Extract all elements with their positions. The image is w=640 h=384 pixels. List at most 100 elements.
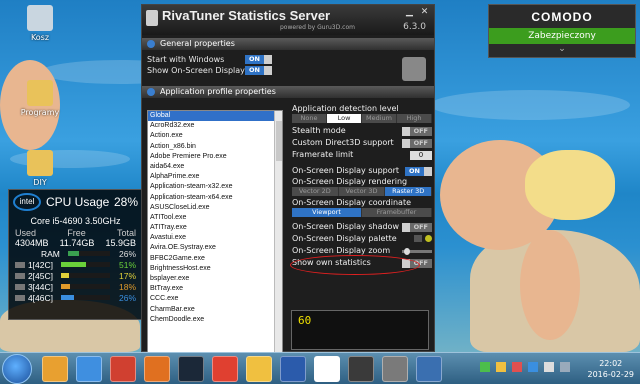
osd-support-label: On-Screen Display support [292, 166, 400, 175]
segment-option[interactable]: Viewport [292, 208, 362, 217]
core-label: 1[42C] [15, 260, 53, 270]
application-list-item[interactable]: BtTray.exe [148, 284, 282, 294]
tray-temp-icon[interactable] [496, 362, 506, 372]
framerate-limit-input[interactable]: 0 [410, 150, 432, 160]
core-row: 4[46C] 26% [9, 292, 142, 303]
rendering-mode-selector[interactable]: Vector 2D Vector 3D Raster 3D [292, 187, 433, 196]
core-label: 3[44C] [15, 282, 53, 292]
general-properties-header: General properties [142, 38, 434, 50]
segment-option[interactable]: High [397, 114, 432, 123]
application-list-item[interactable]: BrightnessHost.exe [148, 264, 282, 274]
osd-shadow-toggle[interactable]: OFF [401, 222, 432, 232]
start-with-windows-row: Start with Windows ON [142, 54, 434, 65]
core-bar [61, 262, 110, 267]
close-icon[interactable]: ✕ [418, 7, 431, 18]
recycle-bin-icon [27, 5, 53, 31]
comodo-status[interactable]: Zabezpieczony [489, 28, 635, 44]
osd-zoom-slider[interactable] [402, 247, 432, 255]
cpu-widget-title: CPU Usage [46, 195, 110, 209]
tray-volume-icon[interactable] [544, 362, 554, 372]
application-list-item[interactable]: BFBC2Game.exe [148, 254, 282, 264]
window-title: RivaTuner Statistics Server [162, 8, 331, 23]
programs-shortcut[interactable]: Programy [15, 80, 65, 117]
browser-icon[interactable] [144, 356, 170, 382]
word-icon[interactable] [280, 356, 306, 382]
application-list-item[interactable]: Adobe Premiere Pro.exe [148, 152, 282, 162]
segment-option[interactable]: Vector 3D [338, 187, 386, 196]
clock-date: 2016-02-29 [587, 370, 635, 379]
mem-used: 4304MB [15, 238, 49, 248]
cleaner-icon[interactable] [110, 356, 136, 382]
application-list-item[interactable]: AlphaPrime.exe [148, 172, 282, 182]
application-list-item[interactable]: Application-steam-x32.exe [148, 182, 282, 192]
show-osd-toggle[interactable]: ON [245, 66, 272, 75]
folder-icon[interactable] [246, 356, 272, 382]
title-bar[interactable]: RivaTuner Statistics Server powered by G… [142, 5, 434, 35]
detection-level-selector[interactable]: None Low Medium High [292, 114, 432, 123]
core-pct: 26% [118, 292, 136, 303]
application-list-item[interactable]: ATITray.exe [148, 223, 282, 233]
segment-option[interactable]: None [292, 114, 327, 123]
application-list-item[interactable]: ChemDoodle.exe [148, 315, 282, 325]
tray-status-icon[interactable] [480, 362, 490, 372]
osd-shadow-label: On-Screen Display shadow [292, 222, 399, 231]
start-button[interactable] [2, 354, 32, 384]
application-list-item[interactable]: Action.exe [148, 131, 282, 141]
windows-icon[interactable] [76, 356, 102, 382]
steam-icon[interactable] [178, 356, 204, 382]
segment-option[interactable]: Medium [362, 114, 397, 123]
application-list-item[interactable]: AcroRd32.exe [148, 121, 282, 131]
custom-d3d-toggle[interactable]: OFF [401, 138, 432, 148]
mem-header-total: Total [116, 228, 136, 238]
osd-support-toggle[interactable]: ON [405, 166, 432, 176]
core-label: 4[46C] [15, 293, 53, 303]
mem-free: 11.74GB [59, 238, 95, 248]
stealth-mode-toggle[interactable]: OFF [401, 126, 432, 136]
application-list-item[interactable]: Action_x86.bin [148, 142, 282, 152]
application-list-item[interactable]: CharmBar.exe [148, 305, 282, 315]
diy-shortcut[interactable]: DIY [15, 150, 65, 187]
application-list-item[interactable]: Avastui.exe [148, 233, 282, 243]
segment-option[interactable]: Raster 3D [385, 187, 433, 196]
tray-flag-icon[interactable] [560, 362, 570, 372]
tool-icon[interactable] [382, 356, 408, 382]
tray-app-icon[interactable] [512, 362, 522, 372]
settings-tool-icon[interactable] [402, 57, 426, 81]
segment-option[interactable]: Vector 2D [292, 187, 339, 196]
system-clock[interactable]: 22:02 2016-02-29 [588, 358, 635, 380]
application-list-item[interactable]: aida64.exe [148, 162, 282, 172]
application-list-item[interactable]: Application-steam-x64.exe [148, 193, 282, 203]
start-with-windows-label: Start with Windows [147, 55, 225, 64]
chrome-icon[interactable] [212, 356, 238, 382]
segment-option[interactable]: Low [327, 114, 362, 123]
osd-palette-picker[interactable] [414, 234, 432, 244]
segment-option[interactable]: Framebuffer [362, 208, 432, 217]
minimize-icon[interactable]: ▁ [403, 7, 416, 18]
application-list[interactable]: Global AcroRd32.exe Action.exe Action_x86.b… [147, 110, 283, 352]
application-profile-header: Application profile properties [142, 86, 434, 98]
application-list-item[interactable]: Global [148, 111, 282, 122]
tray-network-icon[interactable] [528, 362, 538, 372]
csgo-icon[interactable] [348, 356, 374, 382]
application-list-item[interactable]: ATITool.exe [148, 213, 282, 223]
monitor-icon[interactable] [416, 356, 442, 382]
recycle-bin-shortcut[interactable]: Kosz [15, 5, 65, 42]
start-with-windows-toggle[interactable]: ON [245, 55, 272, 64]
folder-icon [27, 80, 53, 106]
application-list-item[interactable]: ASUSCloseLid.exe [148, 203, 282, 213]
ram-row: RAM 26% [9, 248, 142, 259]
application-list-scrollbar[interactable] [274, 111, 282, 352]
core-bar [61, 284, 110, 289]
coordinate-space-selector[interactable]: Viewport Framebuffer [292, 208, 432, 217]
taskbar: 22:02 2016-02-29 [0, 352, 640, 384]
core-pct: 17% [118, 270, 136, 281]
application-list-item[interactable]: Avira.OE.Systray.exe [148, 243, 282, 253]
chevron-down-icon[interactable]: ⌄ [489, 44, 635, 54]
multimedia-icon[interactable] [42, 356, 68, 382]
application-list-item[interactable]: bsplayer.exe [148, 274, 282, 284]
cpu-total-usage: 28% [113, 195, 138, 209]
comodo-widget[interactable]: COMODO Zabezpieczony ⌄ [488, 4, 636, 58]
panda-icon[interactable] [314, 356, 340, 382]
application-list-item[interactable]: CCC.exe [148, 294, 282, 304]
mem-header-used: Used [15, 228, 37, 238]
